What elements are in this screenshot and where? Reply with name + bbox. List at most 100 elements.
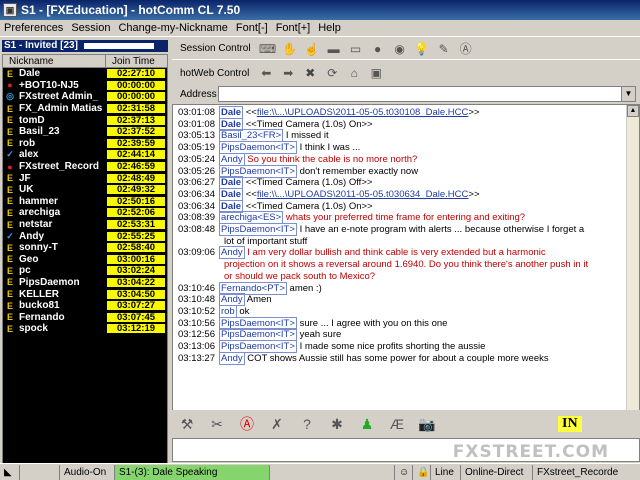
- hotcomm-app-icon[interactable]: ▣: [3, 3, 17, 17]
- user-row[interactable]: E KELLER 03:04:50: [3, 288, 167, 300]
- menu-help[interactable]: Help: [314, 22, 345, 34]
- user-join-time: 03:00:16: [106, 253, 166, 265]
- chat-file-link[interactable]: file:\\...\UPLOADS\2011-05-05.t030634_Da…: [257, 189, 469, 200]
- status-line: Line: [431, 464, 461, 480]
- chevron-down-icon[interactable]: ▼: [621, 87, 635, 101]
- chat-sender[interactable]: PipsDaemon<IT>: [218, 223, 297, 237]
- main-area: Session Control ⌨ ✋ ☝ ▬ ▭ ● ◉ 💡 ✎ Ⓐ hotWeb Contro…: [172, 38, 640, 462]
- clear-icon[interactable]: ✂: [205, 413, 229, 435]
- chat-message: 03:06:34 Dale <<file:\\...\UPLOADS\2011-0…: [178, 187, 625, 201]
- forward-arrow-icon[interactable]: ➡: [279, 64, 297, 82]
- user-status-icon: E: [6, 196, 13, 207]
- status-user: FXstreet_Recorde: [537, 466, 619, 478]
- user-row[interactable]: E PipsDaemon 03:04:22: [3, 276, 167, 289]
- user-row[interactable]: ● FXstreet_Record 02:46:59: [3, 161, 167, 173]
- user-row[interactable]: Erob 02:39:59: [3, 137, 167, 150]
- user-row[interactable]: Espock 03:12:19: [3, 323, 167, 335]
- user-list-panel: S1 - Invited [23] Nickname Join Time E Da…: [0, 38, 170, 480]
- user-join-time: 02:37:52: [106, 126, 166, 138]
- message-input[interactable]: FXSTREET.COM: [172, 438, 640, 462]
- hand-raise-icon[interactable]: ☝: [303, 40, 321, 58]
- chat-sender[interactable]: Andy: [218, 351, 245, 365]
- user-row[interactable]: E Dale 02:27:10: [3, 68, 167, 80]
- user-join-time: 03:07:45: [106, 311, 166, 323]
- menu-bar: Preferences Session Change-my-Nickname Font…: [0, 20, 640, 37]
- chat-text: projection on it shows a reversal around…: [224, 259, 589, 271]
- chat-sender[interactable]: Dale: [218, 187, 244, 201]
- camera-icon[interactable]: 📷: [415, 413, 439, 435]
- smiley-icon[interactable]: ☺: [395, 464, 413, 480]
- user-status-icon: E: [6, 254, 13, 265]
- user-row[interactable]: Ehammer 02:50:16: [3, 195, 167, 208]
- menu-change-my-nickname[interactable]: Change-my-Nickname: [114, 22, 231, 34]
- user-row[interactable]: E Geo 03:00:16: [3, 253, 167, 266]
- user-nickname: tomD: [17, 114, 106, 126]
- user-row[interactable]: E JF 02:48:49: [3, 172, 167, 184]
- column-header-join-time[interactable]: Join Time: [106, 55, 166, 67]
- user-nickname: JF: [17, 172, 106, 184]
- user-row[interactable]: Enetstar 02:53:31: [3, 219, 167, 231]
- user-join-time: 02:44:14: [106, 149, 166, 161]
- chat-timestamp: 03:08:39: [178, 212, 215, 224]
- address-field[interactable]: ▼: [218, 86, 636, 102]
- chat-transcript[interactable]: 03:01:08 Dale <<file:\\...\UPLOADS\2011-0…: [172, 104, 640, 446]
- text-icon[interactable]: Æ: [385, 413, 409, 435]
- group-header[interactable]: S1 - Invited [23]: [2, 40, 168, 52]
- menu-font[interactable]: Font[-]: [232, 22, 272, 34]
- user-row[interactable]: E FX_Admin Matias 02:31:58: [3, 103, 167, 115]
- folder-icon[interactable]: ▬: [325, 40, 343, 58]
- person-green-icon[interactable]: ♟: [355, 413, 379, 435]
- user-row[interactable]: Epc 03:02:24: [3, 265, 167, 277]
- chat-text: I think I was ...: [299, 142, 361, 154]
- document-x-icon[interactable]: ✗: [265, 413, 289, 435]
- chat-sender[interactable]: Andy: [218, 246, 245, 260]
- chat-sender[interactable]: rob: [218, 304, 237, 318]
- user-nickname: Basil_23: [17, 126, 106, 138]
- user-status-icon: E: [6, 300, 13, 311]
- chat-sender[interactable]: Andy: [218, 152, 245, 166]
- user-nickname: Fernando: [17, 311, 106, 323]
- user-row[interactable]: Esonny-T 02:58:40: [3, 242, 167, 254]
- user-row[interactable]: E Basil_23 02:37:52: [3, 126, 167, 138]
- bulb-icon[interactable]: 💡: [413, 40, 431, 58]
- user-row[interactable]: Earechiga 02:52:06: [3, 207, 167, 219]
- chat-text: <<Timed Camera (1.0s) On>>: [245, 118, 373, 130]
- user-row[interactable]: EtomD 02:37:13: [3, 114, 167, 126]
- chat-file-link[interactable]: file:\\...\UPLOADS\2011-05-05.t030108_Da…: [257, 107, 469, 118]
- user-row[interactable]: ✓ Andy 02:55:25: [3, 230, 167, 242]
- fxstreet-watermark: FXSTREET.COM: [452, 442, 609, 462]
- chat-text: COT shows Aussie still has some power fo…: [247, 352, 549, 364]
- help-icon[interactable]: ?: [295, 413, 319, 435]
- menu-preferences[interactable]: Preferences: [0, 22, 67, 34]
- user-row[interactable]: Ebucko81 03:07:27: [3, 300, 167, 312]
- keyboard-icon[interactable]: ⌨: [259, 40, 277, 58]
- hand-icon[interactable]: ✋: [281, 40, 299, 58]
- column-header-nickname[interactable]: Nickname: [3, 55, 106, 67]
- user-status-icon: E: [6, 242, 13, 253]
- refresh-icon[interactable]: ⟳: [323, 64, 341, 82]
- title-bar: ▣ S1 - [FXEducation] - hotComm CL 7.50: [0, 0, 640, 20]
- user-row[interactable]: ✓ alex 02:44:14: [3, 149, 167, 161]
- pin-icon[interactable]: ✎: [435, 40, 453, 58]
- user-status-icon: E: [6, 138, 13, 149]
- stop-icon[interactable]: ✖: [301, 64, 319, 82]
- broom-icon[interactable]: ⚒: [175, 413, 199, 435]
- user-row[interactable]: ● +BOT10-NJ5 00:00:00: [3, 79, 167, 92]
- a-icon[interactable]: Ⓐ: [457, 40, 475, 58]
- scroll-up-arrow-icon[interactable]: ▲: [627, 105, 639, 117]
- user-join-time: 02:48:49: [106, 172, 166, 184]
- screen-icon[interactable]: ▣: [367, 64, 385, 82]
- user-row[interactable]: ◎ FXstreet Admin_ 00:00:00: [3, 91, 167, 103]
- a-red-icon[interactable]: Ⓐ: [235, 413, 259, 435]
- folder-open-icon[interactable]: ▭: [347, 40, 365, 58]
- menu-session[interactable]: Session: [67, 22, 114, 34]
- user-row[interactable]: E Fernando 03:07:45: [3, 311, 167, 323]
- home-icon[interactable]: ⌂: [345, 64, 363, 82]
- user-row[interactable]: E UK 02:49:32: [3, 184, 167, 196]
- gear-icon[interactable]: ✱: [325, 413, 349, 435]
- user-icon[interactable]: ◉: [391, 40, 409, 58]
- chat-scrollbar[interactable]: ▲ ▼: [626, 105, 639, 445]
- person-icon[interactable]: ●: [369, 40, 387, 58]
- back-arrow-icon[interactable]: ⬅: [257, 64, 275, 82]
- menu-font[interactable]: Font[+]: [272, 22, 315, 34]
